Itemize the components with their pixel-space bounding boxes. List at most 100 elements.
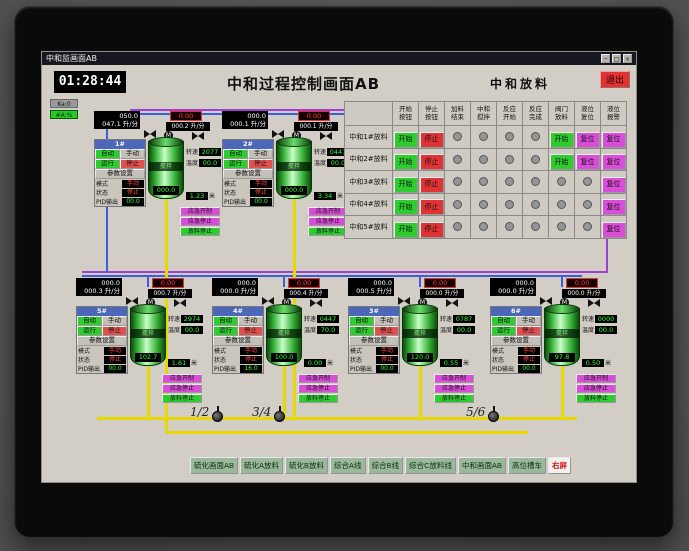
discharge-stop-button[interactable]: 放料停止: [180, 227, 220, 236]
emergency-stop-button[interactable]: 应急停止: [434, 384, 474, 393]
nav-button-9[interactable]: 右屏: [548, 457, 572, 474]
emergency-stop-button[interactable]: 应急停止: [180, 217, 220, 226]
temp-label: 温度: [186, 160, 199, 167]
cell-button[interactable]: 停止: [419, 221, 444, 238]
pump-icon[interactable]: [212, 406, 223, 422]
emergency-stop-button[interactable]: 应急停止: [298, 384, 338, 393]
emergency-open-button[interactable]: 应急开制: [308, 207, 348, 216]
close-icon[interactable]: ×: [623, 54, 632, 63]
auto-button[interactable]: 自动: [223, 149, 248, 159]
params-button[interactable]: 参数设置: [491, 336, 541, 346]
cell-button[interactable]: 复位: [575, 154, 600, 170]
maximize-icon[interactable]: □: [612, 54, 621, 63]
state-row: 状态 停止: [349, 355, 399, 364]
params-button[interactable]: 参数设置: [95, 169, 145, 179]
cell-button[interactable]: 复位: [601, 154, 626, 170]
table-cell: [548, 170, 575, 194]
cell-button[interactable]: 复位: [601, 199, 626, 215]
exit-button[interactable]: 退出: [600, 71, 630, 88]
manual-button[interactable]: 手动: [120, 149, 145, 159]
tank-id: 6#: [491, 307, 541, 316]
cell-button[interactable]: 停止: [419, 199, 444, 215]
cell-button[interactable]: 复位: [601, 221, 626, 238]
table-cell: [548, 215, 575, 239]
auto-button[interactable]: 自动: [213, 316, 238, 326]
run-button[interactable]: 运行: [491, 326, 516, 336]
cell-button[interactable]: 开始: [393, 176, 418, 193]
stop-button[interactable]: 停止: [248, 159, 273, 169]
cell-button[interactable]: 复位: [575, 131, 600, 148]
table-row: 中和4#放料 开始 停止 复位: [344, 192, 627, 216]
cell-button[interactable]: 停止: [419, 131, 444, 148]
stop-button[interactable]: 停止: [374, 326, 399, 336]
cell-button[interactable]: 开始: [393, 221, 418, 238]
run-button[interactable]: 运行: [223, 159, 248, 169]
emergency-stop-button[interactable]: 应急停止: [162, 384, 202, 393]
pump-icon[interactable]: [488, 406, 499, 422]
stop-button[interactable]: 停止: [516, 326, 541, 336]
discharge-stop-button[interactable]: 放料停止: [434, 394, 474, 403]
auto-button[interactable]: 自动: [77, 316, 102, 326]
flow-display-2: 000.0 升/分: [562, 289, 606, 298]
cell-button[interactable]: 开始: [393, 131, 418, 148]
emergency-open-button[interactable]: 应急开制: [298, 374, 338, 383]
params-button[interactable]: 参数设置: [349, 336, 399, 346]
level-unit: 米: [605, 360, 612, 367]
nav-button-1[interactable]: 硫化画面AB: [190, 457, 239, 474]
run-button[interactable]: 运行: [95, 159, 120, 169]
emergency-open-button[interactable]: 应急开制: [180, 207, 220, 216]
nav-button-2[interactable]: 硫化A放料: [240, 457, 284, 474]
nav-button-4[interactable]: 综合A线: [330, 457, 366, 474]
cell-button[interactable]: 开始: [549, 154, 574, 170]
auto-button[interactable]: 自动: [95, 149, 120, 159]
emergency-stop-button[interactable]: 应急停止: [576, 384, 616, 393]
cell-button[interactable]: 开始: [549, 131, 574, 148]
manual-button[interactable]: 手动: [374, 316, 399, 326]
run-button[interactable]: 运行: [213, 326, 238, 336]
nav-button-6[interactable]: 综合C放料线: [405, 457, 456, 474]
speed-readout: 转速 0447: [304, 314, 340, 323]
cell-button[interactable]: 复位: [601, 176, 626, 193]
discharge-stop-button[interactable]: 放料停止: [576, 394, 616, 403]
cell-button[interactable]: 停止: [419, 154, 444, 170]
pump-icon[interactable]: [274, 406, 285, 422]
emergency-stop-button[interactable]: 应急停止: [308, 217, 348, 226]
tank-control-panel: 1# 自动 手动 运行 停止 参数设置 模式 手动 状态 停止 PID输出 00.0: [94, 139, 146, 207]
discharge-stop-button[interactable]: 放料停止: [162, 394, 202, 403]
stop-button[interactable]: 停止: [238, 326, 263, 336]
cell-button[interactable]: 开始: [393, 154, 418, 170]
cell-button[interactable]: 停止: [419, 176, 444, 193]
params-button[interactable]: 参数设置: [77, 336, 127, 346]
mode-label: 模式: [224, 181, 237, 188]
nav-button-7[interactable]: 中和画面AB: [458, 457, 507, 474]
manual-button[interactable]: 手动: [516, 316, 541, 326]
flow-display-2: 000.2 升/分: [166, 122, 210, 131]
cell-button[interactable]: 开始: [393, 199, 418, 215]
run-button[interactable]: 运行: [349, 326, 374, 336]
discharge-stop-button[interactable]: 放料停止: [298, 394, 338, 403]
cell-button[interactable]: 复位: [601, 131, 626, 148]
emergency-open-button[interactable]: 应急开制: [434, 374, 474, 383]
emergency-open-button[interactable]: 应急开制: [162, 374, 202, 383]
minimize-icon[interactable]: ─: [601, 54, 610, 63]
table-cell: 开始: [392, 215, 419, 239]
emergency-open-button[interactable]: 应急开制: [576, 374, 616, 383]
manual-button[interactable]: 手动: [102, 316, 127, 326]
run-button[interactable]: 运行: [77, 326, 102, 336]
table-cell: [444, 170, 471, 194]
discharge-stop-button[interactable]: 放料停止: [308, 227, 348, 236]
table-cell: 开始: [548, 147, 575, 171]
stop-button[interactable]: 停止: [120, 159, 145, 169]
auto-button[interactable]: 自动: [349, 316, 374, 326]
table-cell: 复位: [600, 192, 627, 216]
params-button[interactable]: 参数设置: [223, 169, 273, 179]
stop-button[interactable]: 停止: [102, 326, 127, 336]
auto-button[interactable]: 自动: [491, 316, 516, 326]
nav-button-8[interactable]: 高位槽车: [508, 457, 547, 474]
params-button[interactable]: 参数设置: [213, 336, 263, 346]
nav-button-3[interactable]: 硫化B放料: [285, 457, 329, 474]
manual-button[interactable]: 手动: [248, 149, 273, 159]
manual-button[interactable]: 手动: [238, 316, 263, 326]
nav-button-5[interactable]: 综合B线: [367, 457, 404, 474]
flow-indicator: 000.0 000.5 升/分: [348, 278, 394, 296]
